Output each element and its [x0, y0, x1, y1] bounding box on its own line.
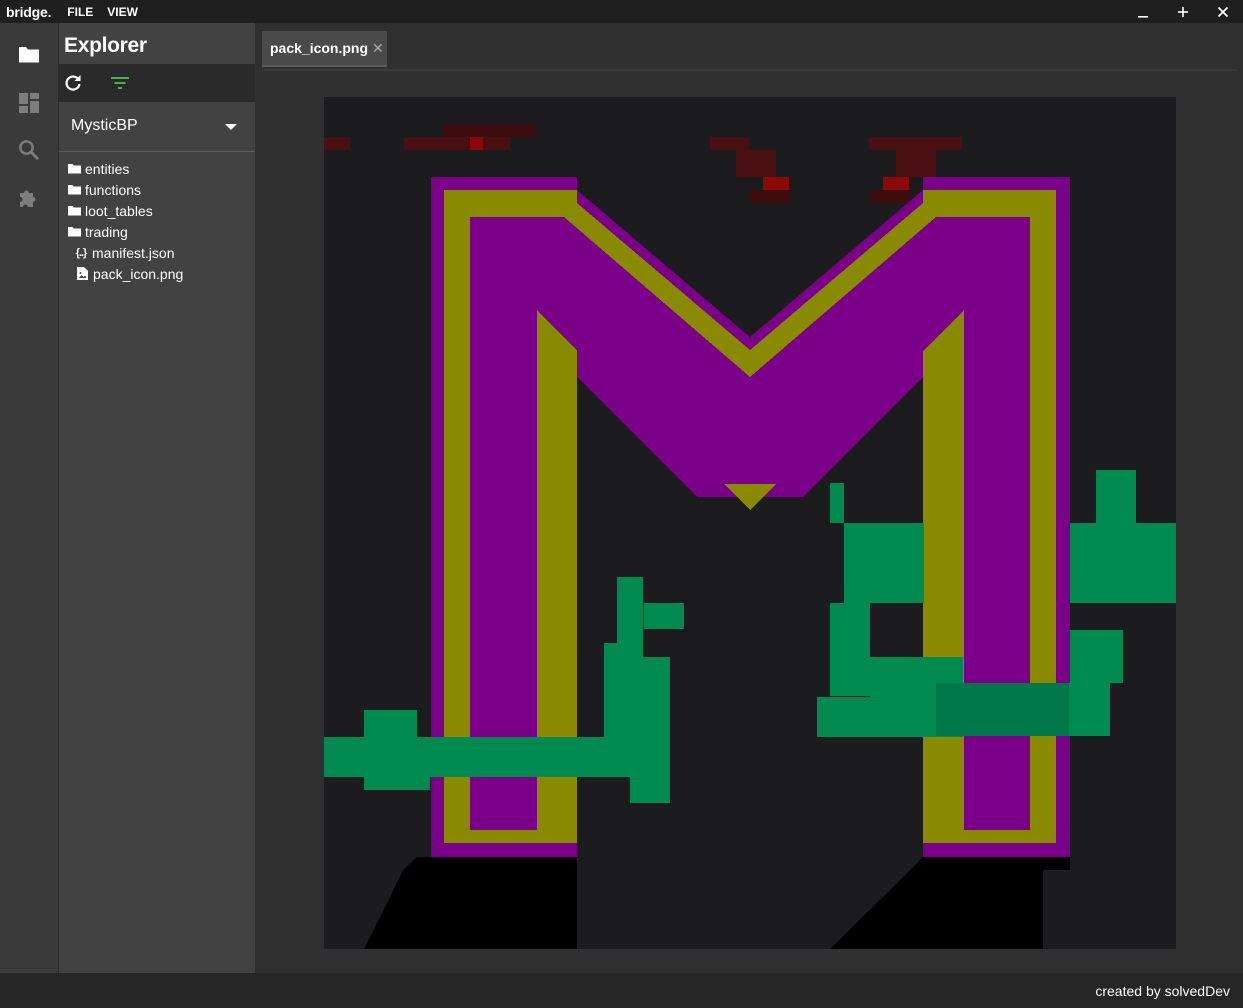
- close-icon: [1217, 6, 1229, 17]
- close-tab-icon[interactable]: ✕: [372, 40, 384, 57]
- folder-icon: [67, 162, 81, 176]
- close-window-button[interactable]: [1203, 0, 1243, 23]
- menu-view[interactable]: VIEW: [107, 5, 138, 19]
- tree-item-functions[interactable]: functions: [59, 179, 255, 200]
- explorer-panel: Explorer MysticBP entities functions loo…: [59, 23, 255, 973]
- explorer-title: Explorer: [64, 34, 147, 57]
- activity-extensions-button[interactable]: [15, 184, 43, 212]
- minimize-icon: [1138, 15, 1148, 18]
- tree-item-label: pack_icon.png: [93, 265, 184, 282]
- image-preview[interactable]: [324, 97, 1176, 949]
- project-name: MysticBP: [71, 117, 138, 134]
- json-file-icon: {..}: [75, 246, 88, 259]
- tree-item-label: manifest.json: [92, 244, 175, 261]
- app-logo: bridge.: [6, 3, 52, 20]
- tree-item-trading[interactable]: trading: [59, 221, 255, 242]
- maximize-button[interactable]: [1163, 0, 1203, 23]
- filter-button[interactable]: [109, 72, 131, 94]
- pack-icon-image: [324, 97, 1176, 949]
- tree-item-manifest[interactable]: {..} manifest.json: [59, 242, 255, 263]
- extension-icon: [20, 190, 36, 207]
- tree-item-loot-tables[interactable]: loot_tables: [59, 200, 255, 221]
- folder-icon: [67, 183, 81, 197]
- minimize-button[interactable]: [1123, 0, 1163, 23]
- refresh-button[interactable]: [62, 72, 84, 94]
- activity-dashboard-button[interactable]: [15, 89, 43, 117]
- folder-icon: [67, 225, 81, 239]
- activity-bar: [0, 23, 59, 973]
- image-file-icon: [75, 267, 89, 281]
- project-select[interactable]: MysticBP: [59, 102, 255, 152]
- editor-area: pack_icon.png ✕: [255, 23, 1243, 973]
- refresh-icon: [65, 75, 81, 91]
- search-icon: [19, 140, 40, 161]
- folder-icon: [19, 47, 39, 63]
- tree-item-label: functions: [85, 181, 142, 198]
- tab-pack-icon[interactable]: pack_icon.png ✕: [262, 31, 387, 67]
- footer-credit: created by solvedDev: [1095, 983, 1230, 999]
- tree-item-label: entities: [85, 160, 130, 177]
- menu-file[interactable]: FILE: [67, 5, 93, 19]
- tree-item-entities[interactable]: entities: [59, 158, 255, 179]
- activity-search-button[interactable]: [15, 136, 43, 164]
- explorer-toolbar: [59, 64, 255, 102]
- filter-icon: [111, 77, 129, 89]
- plus-icon: [1178, 6, 1188, 17]
- window-controls: [1123, 0, 1243, 23]
- tree-item-label: loot_tables: [85, 202, 153, 219]
- status-bar: created by solvedDev: [0, 973, 1243, 1008]
- chevron-down-icon: [225, 124, 237, 130]
- activity-explorer-button[interactable]: [15, 40, 43, 68]
- tab-strip: pack_icon.png ✕: [255, 23, 1243, 71]
- folder-icon: [67, 204, 81, 218]
- tab-label: pack_icon.png: [270, 40, 369, 56]
- tab-divider: [262, 69, 1237, 71]
- tree-item-pack-icon[interactable]: pack_icon.png: [59, 263, 255, 284]
- file-tree: entities functions loot_tables trading {…: [59, 158, 255, 284]
- title-bar: bridge. FILE VIEW: [0, 0, 1243, 23]
- tree-item-label: trading: [85, 223, 128, 240]
- dashboard-icon: [19, 93, 39, 113]
